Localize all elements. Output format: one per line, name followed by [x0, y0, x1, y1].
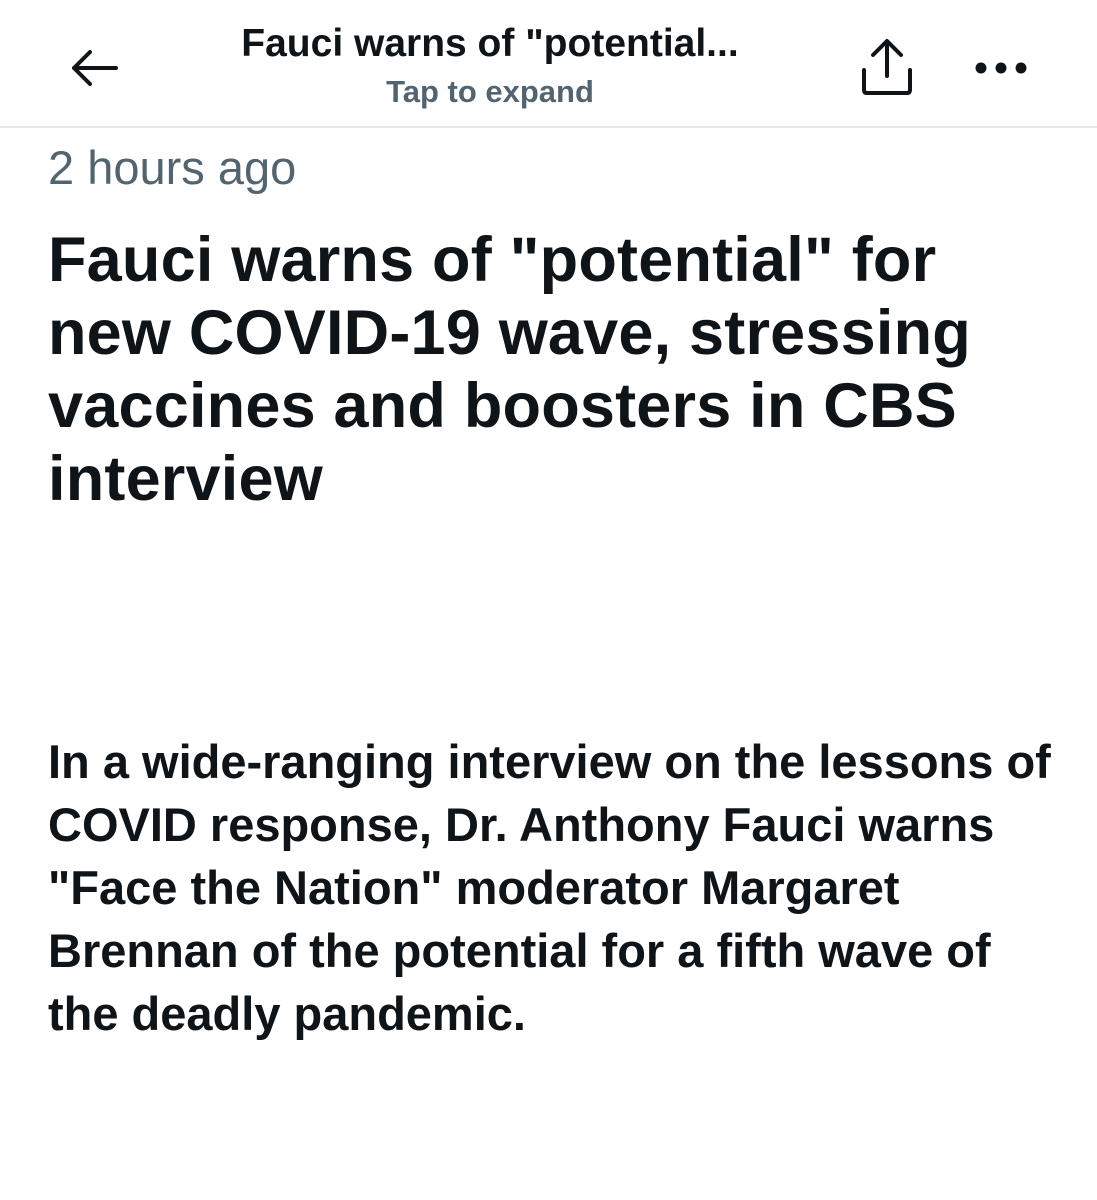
more-options-button[interactable]: [966, 40, 1036, 96]
more-horizontal-icon: [975, 62, 1027, 74]
share-button[interactable]: [852, 34, 922, 100]
header-title: Fauci warns of "potential...: [241, 22, 739, 65]
top-navigation-bar: Fauci warns of "potential... Tap to expa…: [0, 0, 1097, 128]
expand-title-button[interactable]: Fauci warns of "potential... Tap to expa…: [150, 18, 830, 112]
article-summary: In a wide-ranging interview on the lesso…: [48, 735, 1051, 1040]
tap-to-expand-label: Tap to expand: [386, 74, 594, 109]
arrow-left-icon: [72, 50, 118, 86]
share-upload-icon: [862, 39, 912, 95]
back-button[interactable]: [62, 40, 126, 96]
article-timestamp: 2 hours ago: [48, 141, 297, 194]
article-headline: Fauci warns of "potential" for new COVID…: [48, 225, 971, 514]
